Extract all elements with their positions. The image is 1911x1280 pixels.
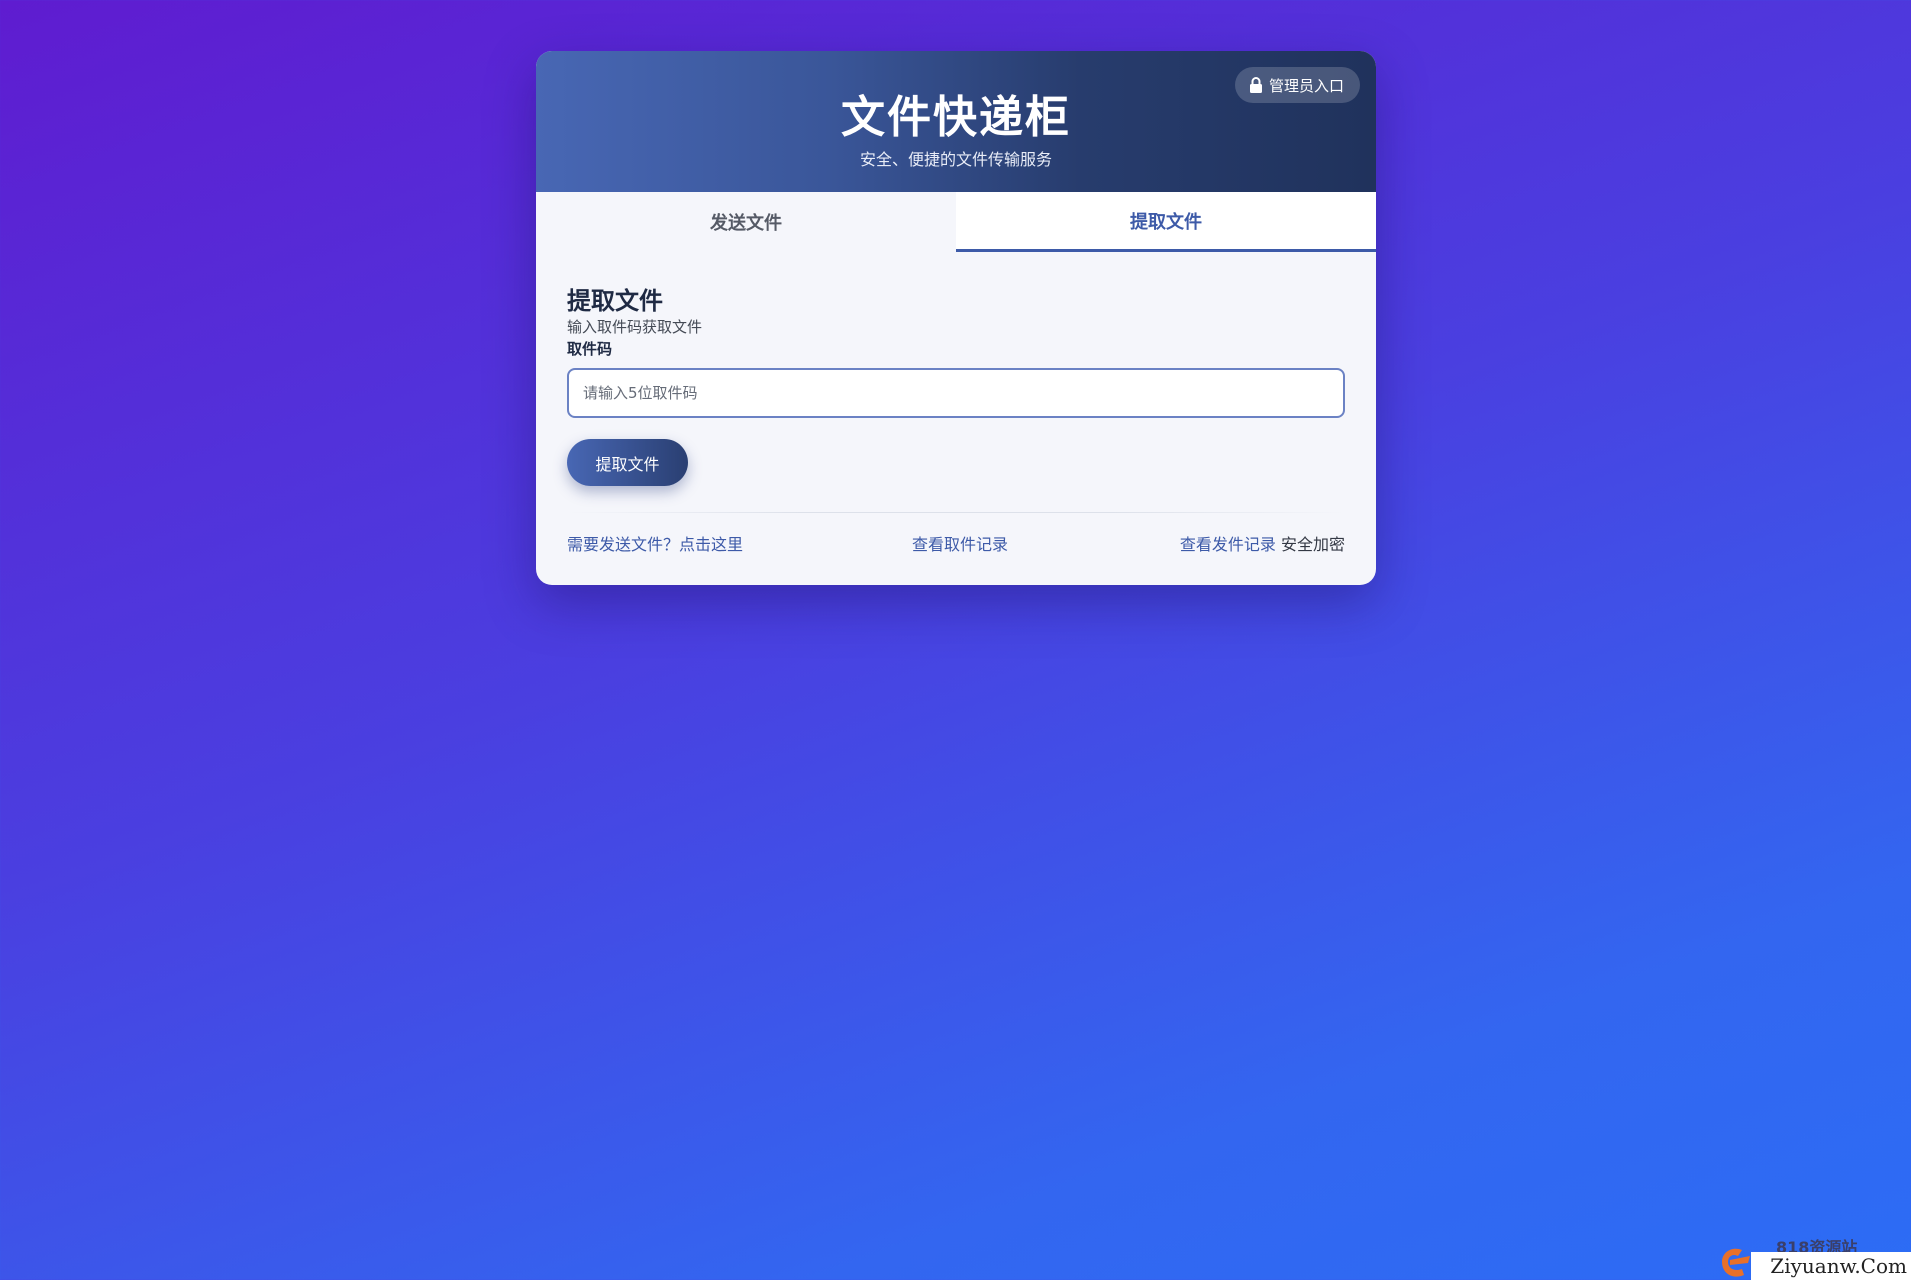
security-text: 安全加密: [1280, 535, 1345, 554]
pickup-history-link[interactable]: 查看取件记录: [912, 531, 1008, 555]
section-description: 输入取件码获取文件: [567, 318, 703, 336]
section-title: 提取文件: [567, 287, 663, 315]
card-footer: 需要发送文件？点击这里 查看取件记录 查看发件记录 安全加密: [567, 513, 1345, 569]
send-history-link[interactable]: 查看发件记录: [1180, 535, 1276, 554]
tab-bar: 发送文件 提取文件: [536, 192, 1376, 252]
retrieve-panel: 提取文件 输入取件码获取文件 取件码 提取文件 需要发送文件？点击这里 查看取件…: [536, 252, 1376, 569]
retrieve-file-button[interactable]: 提取文件: [567, 439, 688, 486]
tab-retrieve-file[interactable]: 提取文件: [956, 192, 1376, 252]
page-subtitle: 安全、便捷的文件传输服务: [859, 150, 1052, 169]
card-header: 文件快递柜 安全、便捷的文件传输服务 管理员入口: [536, 51, 1376, 192]
pickup-code-label: 取件码: [567, 340, 613, 358]
file-locker-card: 文件快递柜 安全、便捷的文件传输服务 管理员入口 发送文件 提取文件 提取文件 …: [536, 51, 1376, 585]
site-watermark: 818资源站 Ziyuanw.Com: [1716, 1232, 1911, 1280]
watermark-logo-icon: [1716, 1242, 1756, 1280]
admin-entry-button[interactable]: 管理员入口: [1234, 67, 1360, 103]
lock-icon: [1249, 77, 1263, 93]
admin-entry-label: 管理员入口: [1268, 76, 1344, 95]
send-file-link[interactable]: 需要发送文件？点击这里: [567, 531, 743, 555]
watermark-en-text: Ziyuanw.Com: [1751, 1252, 1911, 1280]
tab-send-file[interactable]: 发送文件: [536, 192, 956, 252]
footer-right-group: 查看发件记录 安全加密: [1180, 531, 1345, 555]
pickup-code-input[interactable]: [567, 368, 1345, 418]
